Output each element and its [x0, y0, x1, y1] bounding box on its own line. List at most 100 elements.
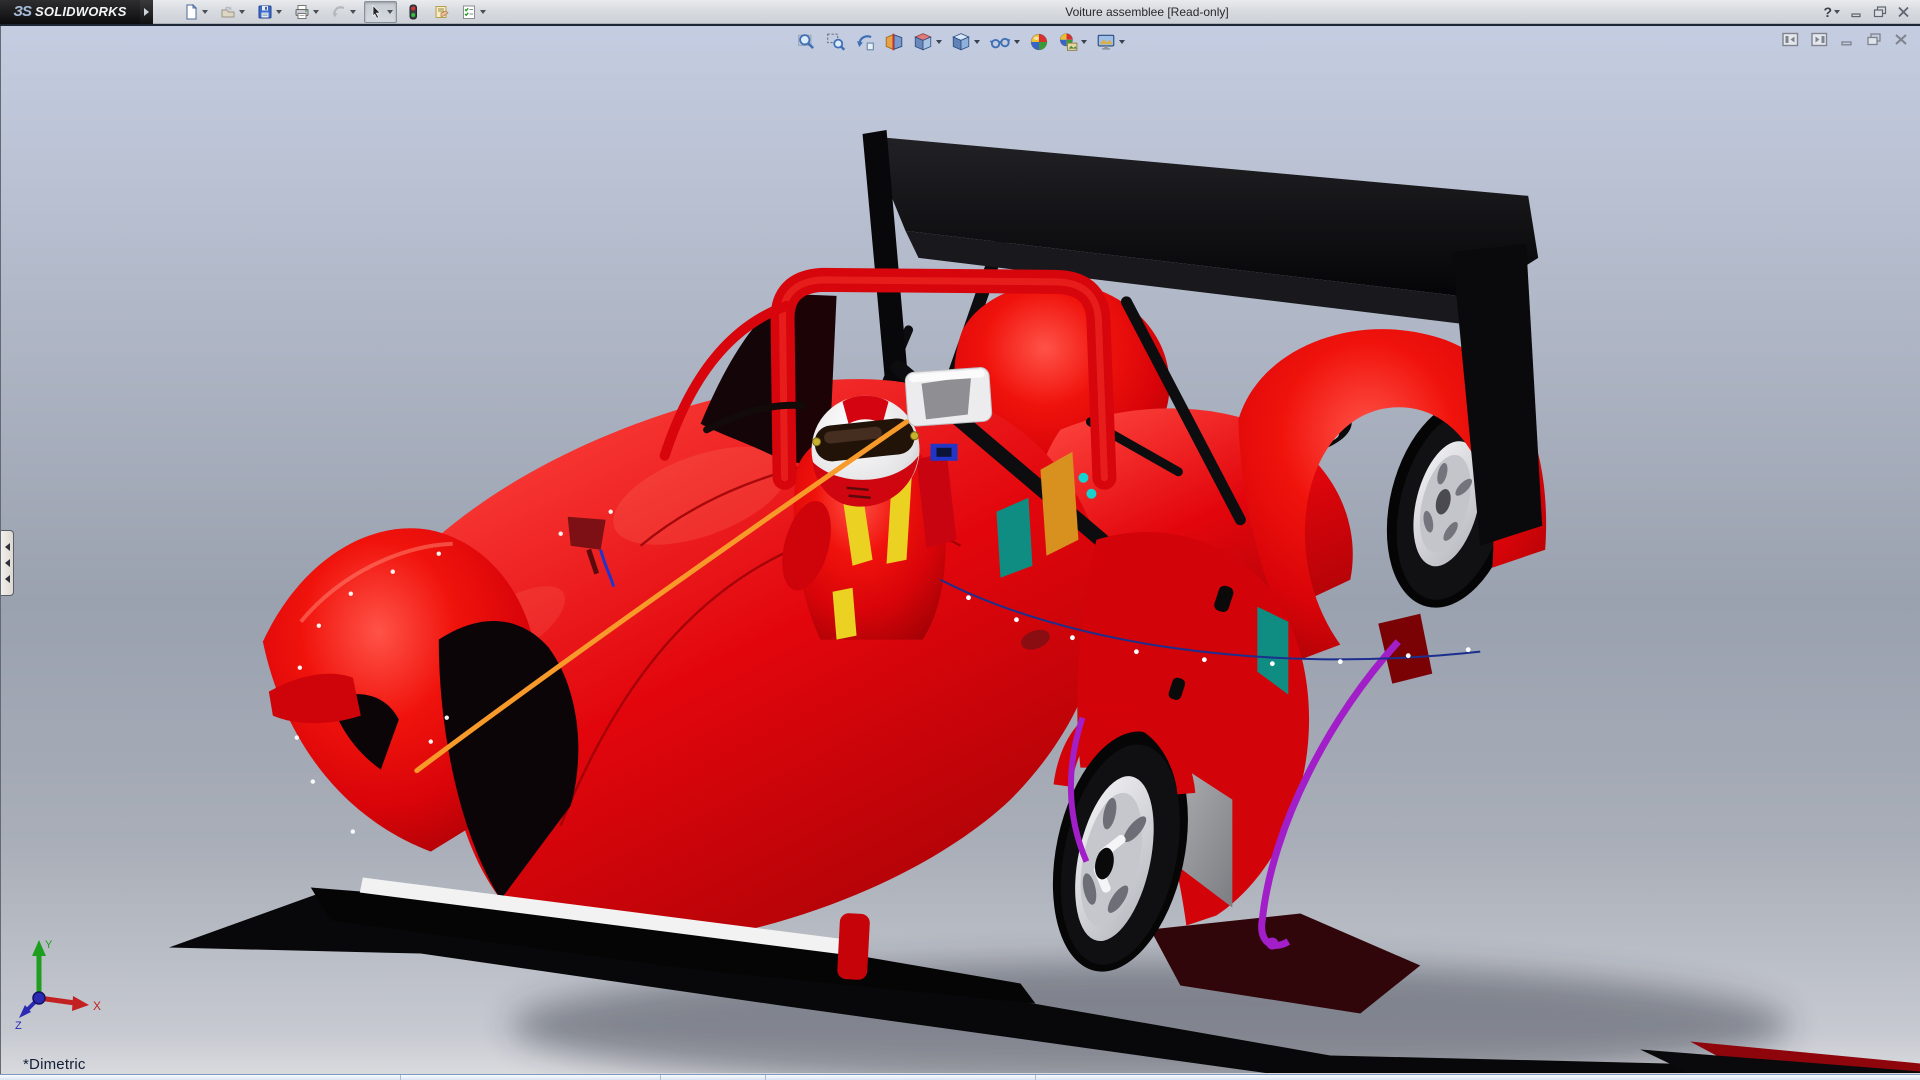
appearance-ball-icon: [1029, 32, 1049, 52]
save-button[interactable]: [253, 1, 286, 23]
logo-text: SOLIDWORKS: [35, 4, 127, 19]
intake-box[interactable]: [905, 367, 993, 427]
doc-close-icon: [1894, 33, 1908, 46]
status-divider: [1035, 1075, 1036, 1080]
status-bar: [0, 1074, 1920, 1080]
next-window-icon: [1811, 32, 1828, 47]
previous-window-button[interactable]: [1782, 32, 1799, 47]
collapse-arrow-icon: [5, 543, 10, 551]
restore-button[interactable]: [1873, 6, 1887, 18]
dropdown-arrow-icon: [313, 10, 319, 14]
dropdown-arrow-icon: [1014, 40, 1020, 44]
window-title: Voiture assemblee [Read-only]: [1065, 0, 1228, 24]
dropdown-arrow-icon: [202, 10, 208, 14]
print-button[interactable]: [290, 1, 323, 23]
collapse-arrow-icon: [5, 575, 10, 583]
rebuild-traffic-light-icon: [405, 4, 421, 20]
new-document-icon: [183, 4, 199, 20]
visor-pivot: [813, 438, 821, 446]
dash-light-cyan: [1086, 489, 1096, 499]
harness-strap: [833, 588, 857, 640]
options-button[interactable]: [457, 1, 490, 23]
file-properties-button[interactable]: [429, 1, 453, 23]
reference-triad: Y X Z: [9, 934, 105, 1030]
eyeglasses-icon: [989, 32, 1011, 52]
new-button[interactable]: [179, 1, 212, 23]
dropdown-arrow-icon: [1834, 10, 1840, 14]
heads-up-view-toolbar: [795, 30, 1127, 54]
options-checklist-icon: [461, 4, 477, 20]
edit-appearance-button[interactable]: [1027, 30, 1051, 54]
zoom-to-area-icon: [826, 32, 846, 52]
help-icon: ?: [1823, 4, 1832, 20]
dropdown-arrow-icon: [387, 10, 393, 14]
view-settings-button[interactable]: [1094, 30, 1127, 54]
solidworks-logo: ЗS SOLIDWORKS: [0, 0, 140, 24]
x-axis-label: X: [93, 999, 101, 1013]
doc-minimize-button[interactable]: [1840, 33, 1854, 46]
close-icon: [1897, 6, 1910, 18]
status-divider: [400, 1075, 401, 1080]
quick-access-toolbar: [179, 1, 490, 23]
interior-panel-orange: [1040, 452, 1078, 556]
dropdown-arrow-icon: [480, 10, 486, 14]
apply-scene-button[interactable]: [1056, 30, 1089, 54]
select-cursor-icon: [368, 4, 384, 20]
dropdown-arrow-icon: [276, 10, 282, 14]
status-divider: [765, 1075, 766, 1080]
menu-expand-arrow[interactable]: [140, 0, 153, 24]
expand-arrow-icon: [144, 8, 149, 16]
z-axis-label: Z: [15, 1020, 22, 1030]
open-button[interactable]: [216, 1, 249, 23]
zoom-to-fit-button[interactable]: [795, 30, 819, 54]
previous-view-icon: [855, 32, 875, 52]
rebuild-button[interactable]: [401, 1, 425, 23]
model-scene[interactable]: [1, 26, 1920, 1073]
minimize-button[interactable]: [1850, 6, 1863, 18]
view-orientation-label: *Dimetric: [23, 1056, 86, 1073]
undo-button[interactable]: [327, 1, 360, 23]
dropdown-arrow-icon: [350, 10, 356, 14]
doc-minimize-icon: [1840, 33, 1854, 46]
close-button[interactable]: [1897, 6, 1910, 18]
next-window-button[interactable]: [1811, 32, 1828, 47]
doc-close-button[interactable]: [1894, 33, 1908, 46]
select-button[interactable]: [364, 1, 397, 23]
graphics-viewport[interactable]: Y X Z *Dimetric: [0, 26, 1920, 1074]
dropdown-arrow-icon: [974, 40, 980, 44]
document-window-controls: [1782, 32, 1908, 47]
open-folder-icon: [220, 4, 236, 20]
feature-panel-tab[interactable]: [1, 530, 14, 596]
zoom-to-area-button[interactable]: [824, 30, 848, 54]
body-behind-rear-wheel[interactable]: [1378, 614, 1432, 684]
dropdown-arrow-icon: [1081, 40, 1087, 44]
file-properties-icon: [433, 4, 449, 20]
hide-show-items-button[interactable]: [987, 30, 1022, 54]
collapse-arrow-icon: [5, 559, 10, 567]
minimize-icon: [1850, 6, 1863, 18]
zoom-to-fit-icon: [797, 32, 817, 52]
print-icon: [294, 4, 310, 20]
save-floppy-icon: [257, 4, 273, 20]
doc-restore-button[interactable]: [1866, 33, 1882, 46]
dropdown-arrow-icon: [936, 40, 942, 44]
display-style-button[interactable]: [949, 30, 982, 54]
logo-mark: ЗS: [13, 3, 31, 20]
title-bar: ЗS SOLIDWORKS: [0, 0, 1920, 24]
restore-icon: [1873, 6, 1887, 18]
view-orientation-button[interactable]: [911, 30, 944, 54]
help-button[interactable]: ?: [1823, 4, 1840, 20]
apply-scene-icon: [1058, 32, 1078, 52]
window-controls: ?: [1823, 0, 1910, 24]
doc-restore-icon: [1866, 33, 1882, 46]
visor-pivot: [911, 432, 919, 440]
dash-light-cyan: [1078, 473, 1088, 483]
splitter-post: [837, 913, 870, 980]
seat-panel-teal: [996, 498, 1032, 578]
dropdown-arrow-icon: [239, 10, 245, 14]
display-style-cube-icon: [951, 32, 971, 52]
section-view-button[interactable]: [882, 30, 906, 54]
previous-window-icon: [1782, 32, 1799, 47]
view-orientation-cube-icon: [913, 32, 933, 52]
previous-view-button[interactable]: [853, 30, 877, 54]
